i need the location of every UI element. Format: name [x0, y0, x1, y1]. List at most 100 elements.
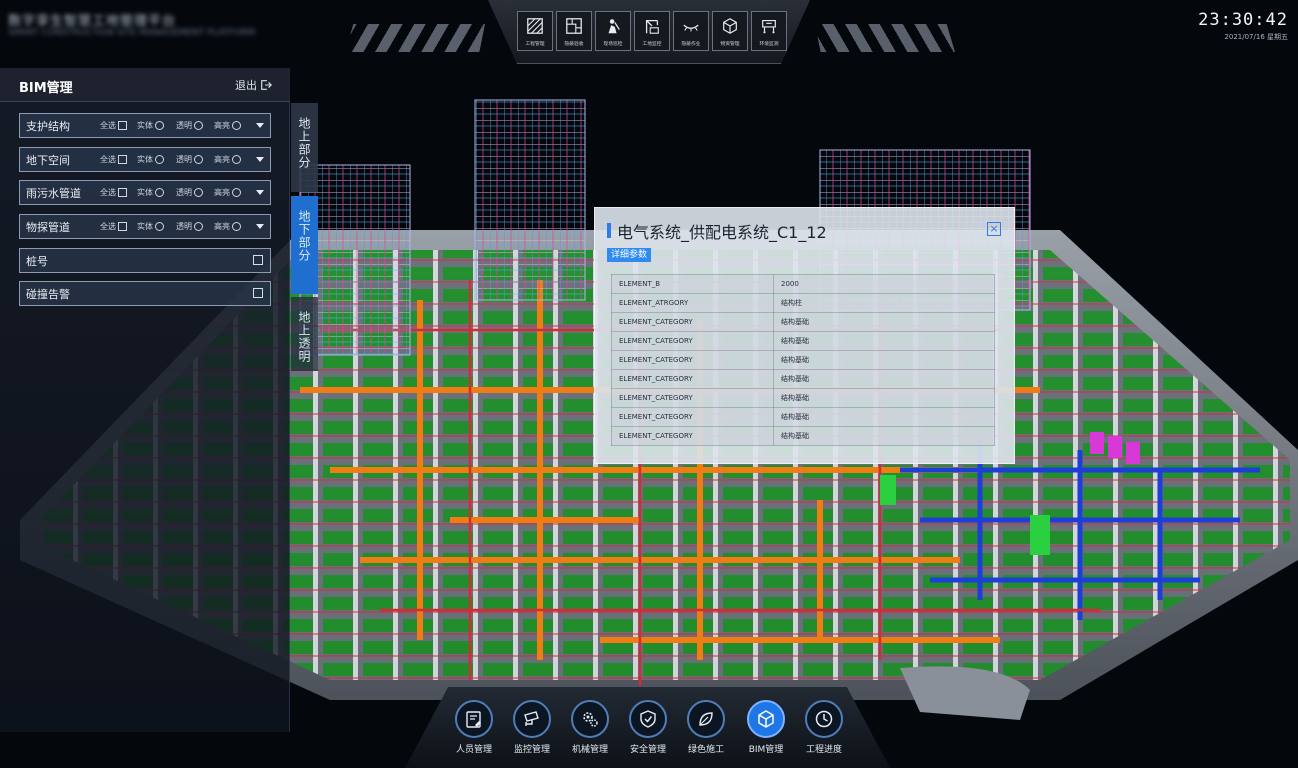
layer-row-support-structure[interactable]: 支护结构 全选 实体 透明 高亮	[19, 113, 271, 138]
worker-icon	[608, 19, 620, 34]
camera-icon	[524, 711, 539, 726]
highlight-radio[interactable]: 高亮	[214, 187, 241, 198]
tab-underground[interactable]: 地下部分	[291, 196, 318, 294]
header-decoration-left	[345, 24, 485, 52]
station-number-checkbox[interactable]	[253, 255, 263, 265]
radio-circle	[155, 222, 164, 231]
nav-monitoring[interactable]: 监控管理	[503, 700, 561, 755]
toolbar-label: 工程管理	[525, 41, 545, 47]
select-all-checkbox[interactable]: 全选	[100, 187, 127, 198]
bim-panel-title: BIM管理	[19, 81, 73, 96]
select-all-checkbox[interactable]: 全选	[100, 221, 127, 232]
nav-label: 人员管理	[455, 745, 492, 755]
close-icon[interactable]: ×	[987, 222, 1001, 236]
toolbar-label: 隐蔽作业	[681, 41, 701, 47]
crane-icon	[645, 19, 659, 34]
layer-row-rain-sewage-pipes[interactable]: 雨污水管道 全选 实体 透明 高亮	[19, 180, 271, 205]
nav-bim[interactable]: BIM管理	[737, 700, 795, 755]
toolbar-button-4[interactable]: 工地监控	[634, 11, 670, 51]
checkbox-box	[118, 121, 127, 130]
table-row: ELEMENT_CATEGORY 结构基础	[611, 407, 995, 427]
option-label: 实体	[137, 222, 153, 231]
check-row-label: 桩号	[26, 255, 48, 268]
nav-machinery[interactable]: 机械管理	[561, 700, 619, 755]
chevron-down-icon[interactable]	[256, 224, 264, 229]
option-label: 高亮	[214, 188, 230, 197]
param-value: 2000	[773, 274, 995, 294]
highlight-radio[interactable]: 高亮	[214, 120, 241, 131]
radio-circle	[155, 155, 164, 164]
highlight-radio[interactable]: 高亮	[214, 154, 241, 165]
toolbar-button-1[interactable]: 工程管理	[517, 11, 553, 51]
solid-radio[interactable]: 实体	[137, 154, 164, 165]
nav-label: 监控管理	[513, 745, 550, 755]
nav-icon-ring	[513, 700, 551, 738]
solid-radio[interactable]: 实体	[137, 221, 164, 232]
clock: 23:30:42 2021/07/16 星期五	[1198, 10, 1288, 42]
param-key: ELEMENT_ATRGORY	[611, 293, 774, 313]
option-label: 透明	[176, 155, 192, 164]
chevron-down-icon[interactable]	[256, 123, 264, 128]
nav-progress[interactable]: 工程进度	[795, 700, 853, 755]
option-label: 全选	[100, 155, 116, 164]
toolbar-button-6[interactable]: 物资管理	[712, 11, 748, 51]
option-label: 实体	[137, 188, 153, 197]
param-key: ELEMENT_CATEGORY	[611, 369, 774, 389]
tab-label: 地上透明	[297, 311, 311, 363]
option-label: 高亮	[214, 222, 230, 231]
nav-icon-ring	[687, 700, 725, 738]
option-label: 实体	[137, 155, 153, 164]
tab-detail-params[interactable]: 详细参数	[607, 248, 652, 262]
select-all-checkbox[interactable]: 全选	[100, 120, 127, 131]
radio-circle	[194, 155, 203, 164]
nav-green-construction[interactable]: 绿色施工	[677, 700, 735, 755]
collision-alarm-checkbox[interactable]	[253, 288, 263, 298]
exit-button[interactable]: 退出	[235, 77, 272, 93]
nav-label: 绿色施工	[687, 745, 724, 755]
nav-icon-ring	[455, 700, 493, 738]
nav-label: BIM管理	[748, 745, 784, 755]
hatch-icon	[527, 18, 543, 34]
nav-label: 工程进度	[805, 745, 842, 755]
check-row-collision-alarm[interactable]: 碰撞告警	[19, 281, 271, 306]
radio-circle	[194, 121, 203, 130]
chevron-down-icon[interactable]	[256, 157, 264, 162]
layer-name: 雨污水管道	[26, 187, 81, 200]
table-row: ELEMENT_CATEGORY 结构基础	[611, 331, 995, 351]
nav-icon-ring	[747, 700, 785, 738]
element-detail-popup: 电气系统_供配电系统_C1_12 × 详细参数 ELEMENT_B 2000 ELE…	[594, 207, 1015, 464]
eye-closed-icon	[683, 24, 699, 32]
select-all-checkbox[interactable]: 全选	[100, 154, 127, 165]
toolbar-button-2[interactable]: 隐蔽验收	[556, 11, 592, 51]
tab-above-ground-transparent[interactable]: 地上透明	[291, 297, 318, 371]
toolbar-button-3[interactable]: 现场巡检	[595, 11, 631, 51]
param-key: ELEMENT_CATEGORY	[611, 350, 774, 370]
transparent-radio[interactable]: 透明	[176, 187, 203, 198]
table-row: ELEMENT_B 2000	[611, 274, 995, 294]
transparent-radio[interactable]: 透明	[176, 221, 203, 232]
layer-row-underground-space[interactable]: 地下空间 全选 实体 透明 高亮	[19, 147, 271, 172]
toolbar-button-7[interactable]: 环境监测	[751, 11, 787, 51]
layer-row-survey-pipes[interactable]: 物探管道 全选 实体 透明 高亮	[19, 214, 271, 239]
check-row-station-number[interactable]: 桩号	[19, 248, 271, 273]
transparent-radio[interactable]: 透明	[176, 154, 203, 165]
param-table: ELEMENT_B 2000 ELEMENT_ATRGORY 结构柱 ELEMENT_C…	[611, 274, 995, 446]
solid-radio[interactable]: 实体	[137, 120, 164, 131]
nav-label: 机械管理	[571, 745, 608, 755]
tab-above-ground[interactable]: 地上部分	[291, 103, 318, 192]
table-row: ELEMENT_CATEGORY 结构基础	[611, 350, 995, 370]
nav-personnel[interactable]: 人员管理	[445, 700, 503, 755]
toolbar-button-5[interactable]: 隐蔽作业	[673, 11, 709, 51]
chevron-down-icon[interactable]	[256, 190, 264, 195]
nav-safety[interactable]: 安全管理	[619, 700, 677, 755]
highlight-radio[interactable]: 高亮	[214, 221, 241, 232]
cube-icon	[758, 710, 774, 728]
transparent-radio[interactable]: 透明	[176, 120, 203, 131]
option-label: 透明	[176, 188, 192, 197]
param-value: 结构基础	[773, 426, 995, 446]
solid-radio[interactable]: 实体	[137, 187, 164, 198]
header-decoration-right	[815, 24, 955, 52]
layer-name: 物探管道	[26, 221, 70, 234]
toolbar-label: 物资管理	[720, 41, 740, 47]
radio-circle	[155, 188, 164, 197]
